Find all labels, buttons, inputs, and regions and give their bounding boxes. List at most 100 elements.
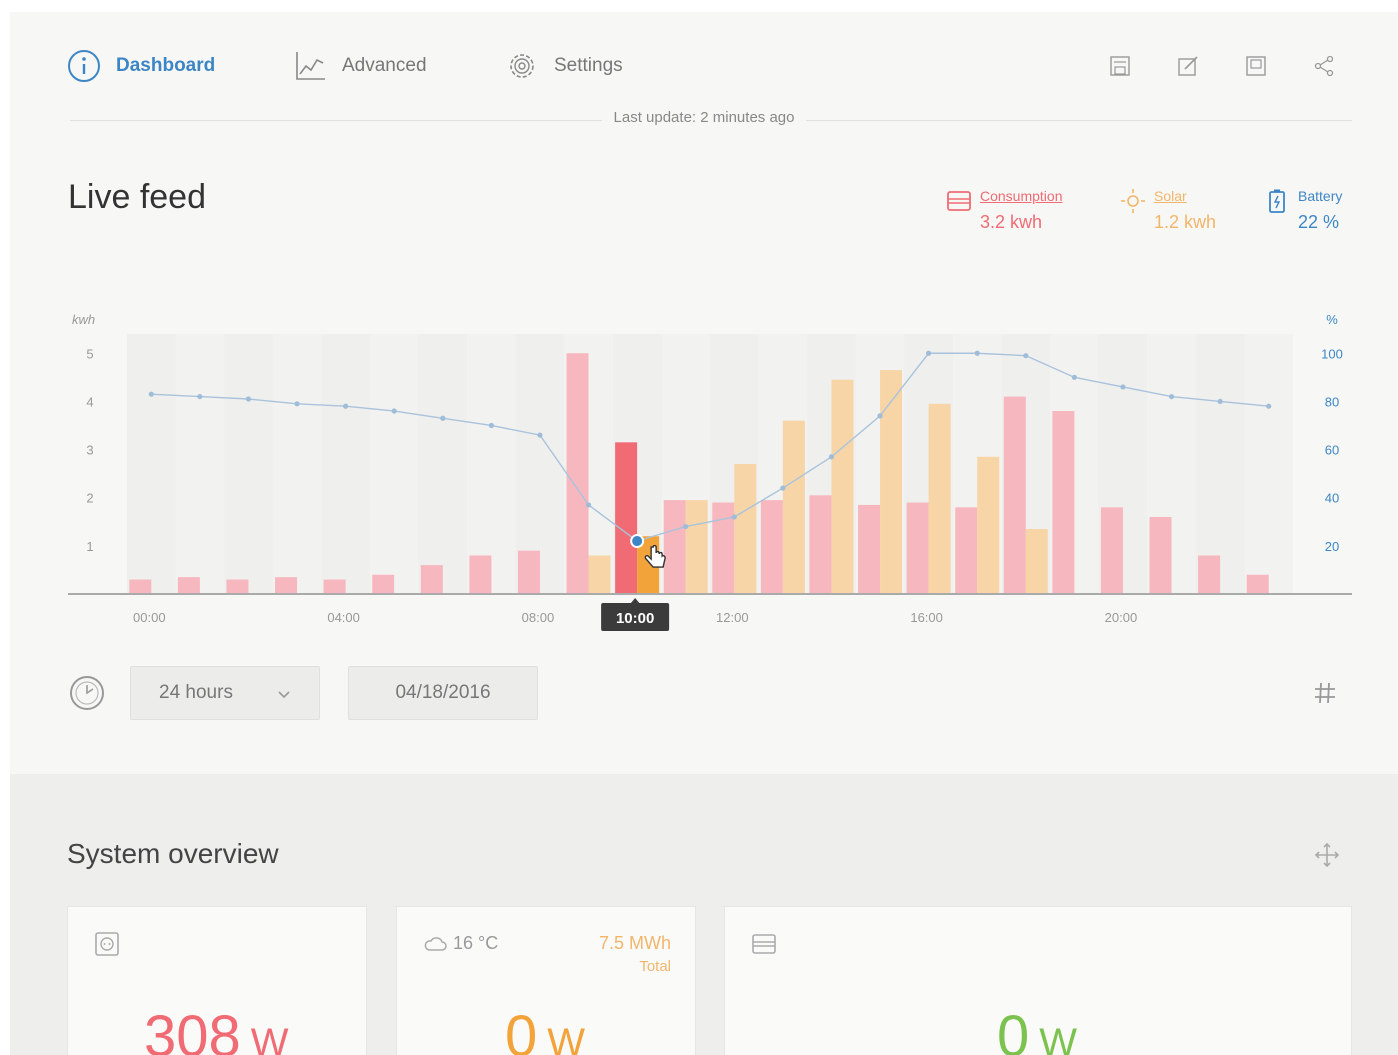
battery-point (630, 534, 645, 549)
page-title: Live feed (68, 178, 206, 216)
tab-label: Dashboard (116, 55, 216, 76)
power-unit: W (250, 1021, 289, 1055)
consumption-bar (663, 500, 686, 594)
date-picker[interactable]: 04/18/2016 (348, 666, 538, 720)
consumption-bar (955, 507, 978, 594)
system-overview: System overview 308 W 16 °C 7.5 MWh Total… (10, 774, 1398, 1055)
meter-icon (946, 188, 972, 214)
left-tick-label: 5 (86, 346, 93, 361)
grid-card[interactable]: 0W (724, 906, 1352, 1055)
consumption-card[interactable]: 308 W (67, 906, 367, 1055)
legend-value: 1.2 kwh (1154, 212, 1217, 232)
socket-icon (95, 932, 119, 956)
consumption-bar (420, 565, 443, 594)
battery-point (585, 502, 592, 508)
left-tick-label: 1 (86, 539, 93, 554)
consumption-bar (469, 555, 492, 594)
export-icon (1246, 56, 1266, 76)
battery-point (1217, 398, 1223, 405)
share-icon (1314, 55, 1334, 77)
right-tick-label: 20 (1325, 539, 1339, 554)
power-value: 0 (997, 1004, 1030, 1055)
left-tick-label: 4 (86, 394, 93, 409)
grid-toggle-icon[interactable] (1312, 680, 1338, 706)
consumption-bar (1198, 555, 1221, 594)
consumption-bar (177, 577, 200, 594)
x-tick-label: 12:00 (716, 610, 749, 625)
grid-stripe (1195, 334, 1245, 594)
solar-bar (685, 500, 708, 594)
right-tick-label: 100 (1321, 346, 1343, 361)
power-value: 0 (505, 1004, 538, 1055)
consumption-bar (226, 579, 249, 594)
consumption-bar (1100, 507, 1123, 594)
battery-point (245, 396, 252, 402)
consumption-bar (615, 442, 638, 594)
consumption-bar (712, 502, 735, 594)
power-unit: W (547, 1021, 586, 1055)
solar-bar (831, 379, 854, 594)
tab-label: Advanced (342, 55, 427, 76)
power-reading: 0W (505, 1003, 585, 1055)
dashboard-app: Dashboard Advanced Settings Last update:… (10, 12, 1398, 1055)
tab-advanced[interactable]: Advanced (292, 48, 427, 84)
left-tick-label: 3 (86, 443, 93, 458)
battery-point (974, 350, 980, 356)
battery-point (780, 485, 786, 491)
consumption-bar (129, 579, 152, 594)
grid-stripe (418, 334, 468, 594)
consumption-bar (275, 577, 298, 594)
right-tick-label: 80 (1325, 394, 1339, 409)
total-energy: 7.5 MWh Total (599, 933, 671, 975)
temperature: 16 °C (453, 933, 499, 953)
solar-bar (880, 370, 903, 594)
battery-point (1120, 384, 1126, 390)
edit-button[interactable] (1174, 52, 1202, 80)
legend-solar[interactable]: Solar 1.2 kwh (1120, 188, 1216, 233)
meter-icon (752, 934, 776, 954)
solar-bar (977, 456, 1000, 594)
share-button[interactable] (1310, 52, 1338, 80)
battery-point (488, 422, 494, 429)
grid-stripe (321, 334, 370, 594)
consumption-bar (566, 353, 589, 594)
x-tick-label: 04:00 (327, 610, 360, 625)
legend-consumption[interactable]: Consumption 3.2 kwh (946, 188, 1063, 233)
right-tick-label: 40 (1325, 491, 1339, 506)
battery-point (1071, 374, 1077, 380)
consumption-bar (323, 579, 346, 594)
battery-point (926, 350, 932, 356)
last-update-text: Last update: 2 minutes ago (601, 109, 807, 126)
x-tick-label: 00:00 (133, 610, 166, 625)
solar-bar (588, 555, 611, 594)
solar-card[interactable]: 16 °C 7.5 MWh Total 0W (396, 906, 696, 1055)
time-range-select[interactable]: 24 hours (130, 666, 320, 720)
consumption-bar (809, 495, 832, 594)
consumption-bar (906, 502, 929, 594)
save-button[interactable] (1106, 52, 1134, 80)
power-reading: 308 W (144, 1003, 289, 1055)
left-tick-label: 2 (86, 491, 93, 506)
live-feed-chart[interactable]: kwh % 1 2 3 4 5 20 40 60 80 100 00:00 04:00 08:00 10:00… (10, 292, 1398, 652)
battery-point (440, 415, 446, 421)
battery-point (731, 514, 737, 520)
time-range-value: 24 hours (159, 682, 233, 703)
x-tick-label: 16:00 (910, 610, 943, 625)
solar-bar (928, 403, 951, 594)
total-value: 7.5 MWh (598, 933, 671, 953)
top-nav: Dashboard Advanced Settings (10, 12, 1398, 122)
export-button[interactable] (1242, 52, 1270, 80)
legend-value: 3.2 kwh (980, 212, 1043, 232)
cloud-icon (424, 936, 447, 951)
section-title: System overview (67, 838, 279, 869)
info-gauge-icon (66, 48, 102, 84)
legend-battery[interactable]: Battery 22 % (1264, 188, 1342, 233)
total-label: Total (639, 958, 671, 975)
x-tick-label: 08:00 (522, 610, 555, 625)
battery-point (537, 432, 543, 438)
consumption-bar (1003, 396, 1026, 594)
power-unit: W (1039, 1021, 1078, 1055)
move-icon[interactable] (1314, 842, 1340, 868)
tab-dashboard[interactable]: Dashboard (66, 48, 215, 84)
tab-settings[interactable]: Settings (504, 48, 623, 84)
